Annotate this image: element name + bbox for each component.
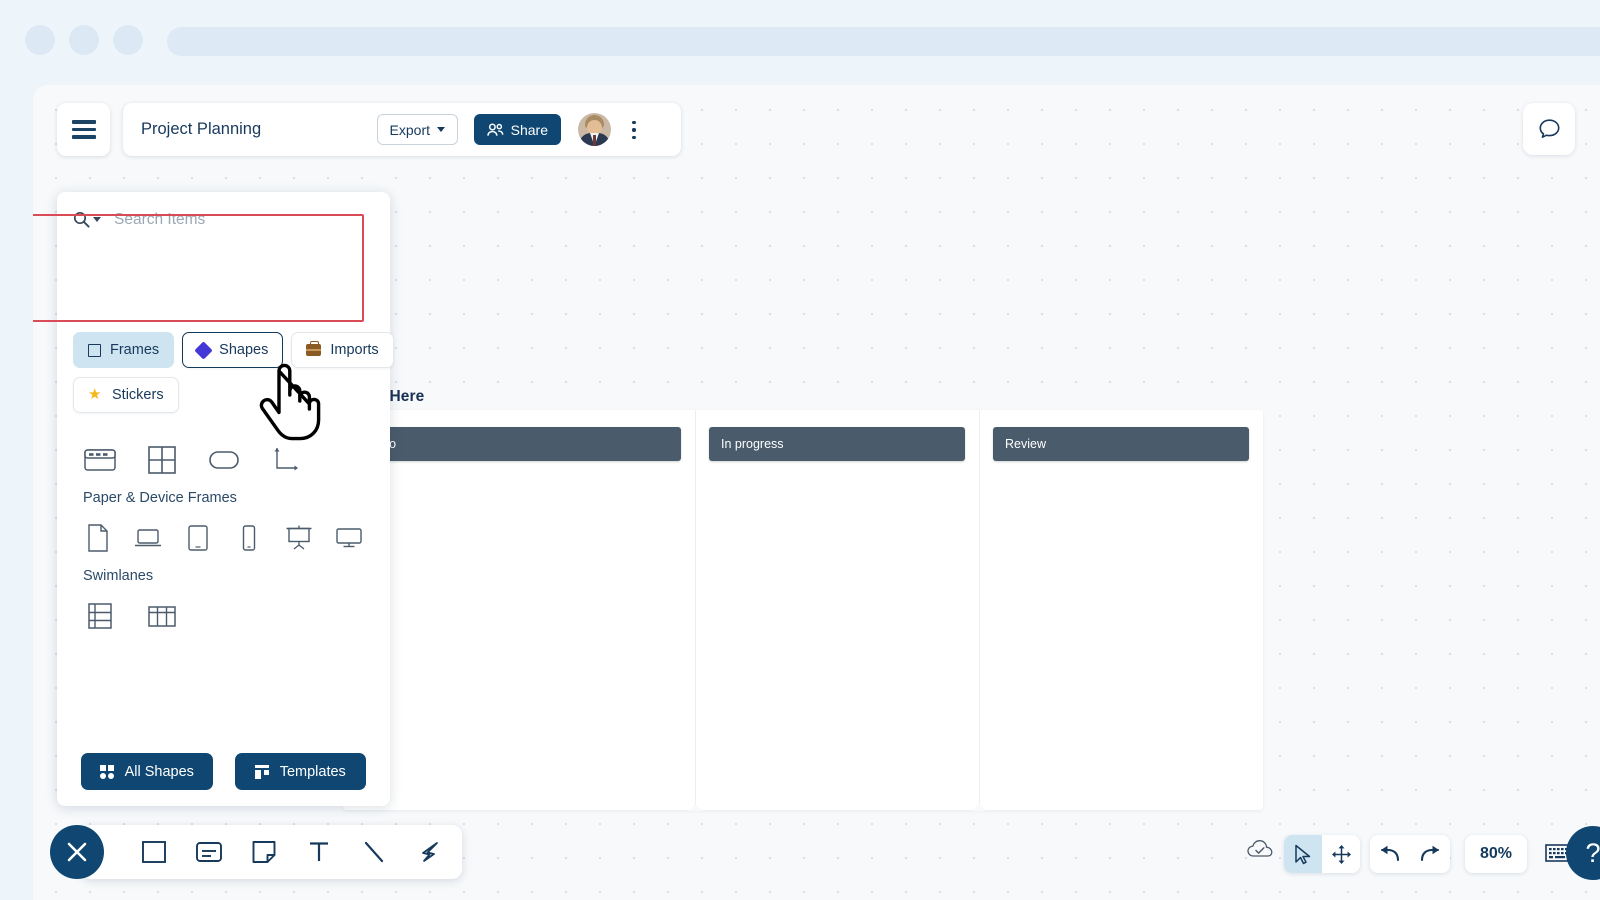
chat-button[interactable] xyxy=(1523,103,1575,155)
search-icon xyxy=(73,211,90,228)
move-arrows-icon xyxy=(1331,844,1351,864)
redo-arrow-icon xyxy=(1420,845,1440,862)
app-canvas[interactable]: Title Here Todo In progress Review Proje… xyxy=(33,85,1600,900)
phone-icon[interactable] xyxy=(234,521,264,555)
grid-dots-icon xyxy=(99,764,114,779)
search-input[interactable] xyxy=(114,210,344,229)
all-shapes-label: All Shapes xyxy=(124,763,194,780)
tab-shapes[interactable]: Shapes xyxy=(182,332,284,368)
kanban-column-in-progress[interactable]: In progress xyxy=(709,427,965,461)
all-shapes-button[interactable]: All Shapes xyxy=(81,753,213,790)
axis-frame-icon[interactable] xyxy=(269,443,303,477)
text-tool-icon[interactable] xyxy=(302,835,336,869)
more-vertical-icon xyxy=(632,120,636,125)
shapes-list: Paper & Device Frames Swimlanes xyxy=(57,432,390,644)
laptop-icon[interactable] xyxy=(133,521,163,555)
swimlane-horizontal-icon[interactable] xyxy=(83,599,117,633)
hamburger-menu-button[interactable] xyxy=(57,103,110,156)
export-button[interactable]: Export xyxy=(376,114,458,145)
kanban-column-label: Review xyxy=(1005,437,1046,451)
panel-tab-row-2: ★ Stickers xyxy=(73,377,179,413)
kanban-column-label: In progress xyxy=(721,437,784,451)
help-button[interactable]: ? xyxy=(1566,826,1600,880)
people-icon xyxy=(486,123,504,136)
cursor-arrow-icon xyxy=(1295,844,1311,864)
undo-button[interactable] xyxy=(1370,835,1410,873)
document-page-icon[interactable] xyxy=(83,521,113,555)
browser-dot-close[interactable] xyxy=(25,25,55,55)
cloud-saved-button[interactable] xyxy=(1247,839,1273,864)
document-titlebar: Project Planning Export Share xyxy=(123,103,681,156)
undo-arrow-icon xyxy=(1380,845,1400,862)
pan-tool-button[interactable] xyxy=(1322,835,1360,873)
kanban-column-review[interactable]: Review xyxy=(993,427,1249,461)
share-label: Share xyxy=(510,121,548,138)
square-outline-icon xyxy=(88,343,101,357)
browser-frame-icon[interactable] xyxy=(83,443,117,477)
document-title: Project Planning xyxy=(141,120,262,138)
search-dropdown-button[interactable] xyxy=(73,211,101,228)
shapes-panel[interactable]: Frames Shapes Imports ★ Stickers xyxy=(57,192,394,806)
tab-stickers-label: Stickers xyxy=(112,387,164,403)
tab-imports-label: Imports xyxy=(330,342,379,358)
star-icon: ★ xyxy=(88,385,102,403)
templates-button[interactable]: Templates xyxy=(234,753,366,790)
pointer-mode-group xyxy=(1284,835,1360,873)
shape-row-devices xyxy=(57,510,390,566)
rectangle-shape-icon[interactable] xyxy=(137,835,171,869)
grid-frame-icon[interactable] xyxy=(145,443,179,477)
browser-dot-minimize[interactable] xyxy=(69,25,99,55)
tab-imports[interactable]: Imports xyxy=(291,332,394,368)
rounded-rect-frame-icon[interactable] xyxy=(207,443,241,477)
tab-shapes-label: Shapes xyxy=(219,342,269,358)
close-panel-button[interactable] xyxy=(50,825,104,879)
templates-label: Templates xyxy=(279,763,346,780)
sticky-note-icon[interactable] xyxy=(247,835,281,869)
close-x-icon xyxy=(67,842,87,862)
hamburger-icon xyxy=(71,116,96,143)
briefcase-icon xyxy=(306,341,322,356)
template-layout-icon xyxy=(254,764,269,779)
cloud-saved-icon xyxy=(1247,840,1273,857)
zoom-level-button[interactable]: 80% xyxy=(1465,835,1527,873)
avatar[interactable] xyxy=(578,113,611,146)
tablet-landscape-icon[interactable] xyxy=(183,521,213,555)
desktop-monitor-icon[interactable] xyxy=(334,521,364,555)
kanban-column-todo[interactable]: Todo xyxy=(357,427,681,461)
diamond-icon xyxy=(194,340,213,360)
chat-bubble-icon xyxy=(1539,119,1559,138)
browser-address-bar[interactable] xyxy=(167,27,1600,56)
browser-chrome xyxy=(0,0,1600,85)
bottom-toolbar xyxy=(81,825,462,879)
history-group xyxy=(1370,835,1450,873)
more-options-button[interactable] xyxy=(623,117,645,143)
shape-row-frames xyxy=(57,432,390,488)
chevron-down-icon xyxy=(437,127,445,132)
swimlane-vertical-icon[interactable] xyxy=(145,599,179,633)
section-label-paper-device-frames: Paper & Device Frames xyxy=(83,490,237,506)
share-button[interactable]: Share xyxy=(473,114,561,145)
panel-tab-row-1: Frames Shapes Imports xyxy=(73,332,394,368)
panel-actions: All Shapes Templates xyxy=(57,753,390,790)
tab-frames[interactable]: Frames xyxy=(73,332,175,368)
export-label: Export xyxy=(389,121,430,138)
chevron-down-icon xyxy=(93,217,101,222)
section-label-swimlanes: Swimlanes xyxy=(83,568,154,584)
select-tool-button[interactable] xyxy=(1284,835,1322,873)
redo-button[interactable] xyxy=(1410,835,1450,873)
kanban-board[interactable]: Todo In progress Review xyxy=(343,410,1263,811)
shape-row-swimlanes xyxy=(57,588,390,644)
tab-stickers[interactable]: ★ Stickers xyxy=(73,377,179,413)
browser-dot-maximize[interactable] xyxy=(113,25,143,55)
presentation-board-icon[interactable] xyxy=(284,521,314,555)
line-tool-icon[interactable] xyxy=(357,835,391,869)
search-row xyxy=(57,192,390,247)
pen-tool-icon[interactable] xyxy=(412,835,446,869)
card-shape-icon[interactable] xyxy=(192,835,226,869)
tab-frames-label: Frames xyxy=(110,342,160,358)
